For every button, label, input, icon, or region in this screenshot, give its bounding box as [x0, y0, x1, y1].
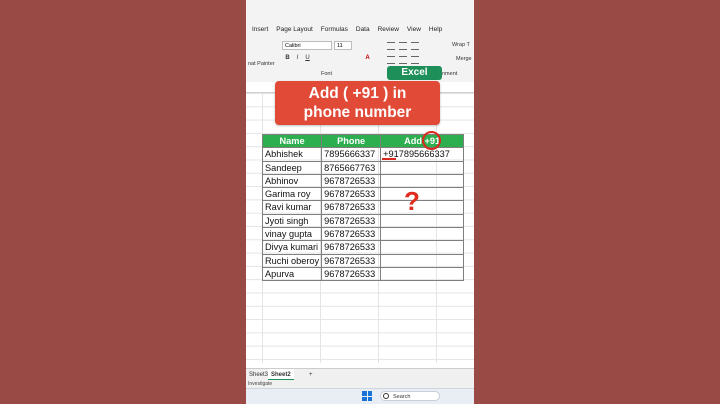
- menu-help[interactable]: Help: [429, 26, 442, 33]
- phone-table: Name Phone Add +91 Abhishek 7895666337 +91…: [261, 133, 465, 282]
- italic-button[interactable]: I: [294, 54, 301, 62]
- menu-data[interactable]: Data: [356, 26, 370, 33]
- menu-bar: Insert Page Layout Formulas Data Review …: [246, 22, 474, 36]
- font-size-box[interactable]: 11: [334, 41, 352, 50]
- cell-name[interactable]: Apurva: [261, 266, 323, 282]
- banner-line-2: phone number: [303, 104, 412, 121]
- cell-phone[interactable]: 9678726533: [321, 253, 382, 268]
- cell-name[interactable]: Abhishek: [261, 147, 323, 162]
- excel-badge: Excel: [387, 66, 442, 80]
- alignment-group-label: nment: [442, 71, 458, 77]
- cell-add[interactable]: [380, 266, 465, 282]
- menu-formulas[interactable]: Formulas: [321, 26, 348, 33]
- align-top-icon[interactable]: [387, 42, 395, 50]
- phone-screen: Insert Page Layout Formulas Data Review …: [246, 0, 474, 404]
- merge-label[interactable]: Merge: [456, 56, 472, 62]
- align-left-icon[interactable]: [387, 56, 395, 64]
- cell-phone[interactable]: 7895666337: [321, 147, 382, 162]
- font-name-box[interactable]: Calibri: [282, 41, 332, 50]
- cell-phone[interactable]: 9678726533: [321, 173, 382, 189]
- highlight-circle: [422, 131, 441, 150]
- table-row: Ravi kumar 9678726533: [261, 200, 465, 215]
- menu-insert[interactable]: Insert: [252, 26, 268, 33]
- cell-add[interactable]: [380, 253, 465, 268]
- menu-view[interactable]: View: [407, 26, 421, 33]
- cell-add[interactable]: [380, 213, 465, 229]
- align-center-icon[interactable]: [399, 56, 407, 64]
- font-color-button[interactable]: A: [364, 54, 371, 62]
- header-name[interactable]: Name: [261, 133, 323, 149]
- cell-add[interactable]: [380, 227, 465, 242]
- align-bottom-icon[interactable]: [411, 42, 419, 50]
- table-row: Apurva 9678726533: [261, 266, 465, 282]
- cell-add[interactable]: [380, 160, 465, 175]
- table-row: Abhinov 9678726533: [261, 173, 465, 189]
- header-phone[interactable]: Phone: [321, 133, 382, 149]
- table-row: Divya kumari 9678726533: [261, 240, 465, 255]
- cell-name[interactable]: Sandeep: [261, 160, 323, 175]
- menu-page-layout[interactable]: Page Layout: [276, 26, 313, 33]
- banner-line-1: Add ( +91 ) in: [308, 85, 407, 102]
- question-mark: ?: [404, 186, 420, 216]
- align-right-icon[interactable]: [411, 56, 419, 64]
- cell-name[interactable]: Ruchi oberoy: [261, 253, 323, 268]
- cell-phone[interactable]: 9678726533: [321, 266, 382, 282]
- cell-phone[interactable]: 8765667763: [321, 160, 382, 175]
- bold-button[interactable]: B: [284, 54, 291, 62]
- cell-add[interactable]: [380, 173, 465, 189]
- table-row: Jyoti singh 9678726533: [261, 213, 465, 229]
- cell-phone[interactable]: 9678726533: [321, 213, 382, 229]
- cell-add[interactable]: [380, 200, 465, 215]
- highlight-underline: [382, 158, 396, 160]
- underline-button[interactable]: U: [304, 54, 311, 62]
- cell-name[interactable]: Divya kumari: [261, 240, 323, 255]
- cell-name[interactable]: Ravi kumar: [261, 200, 323, 215]
- cell-add[interactable]: [380, 240, 465, 255]
- title-banner: Add ( +91 ) in phone number: [275, 81, 440, 125]
- search-icon: [383, 393, 389, 399]
- align-middle-icon[interactable]: [399, 42, 407, 50]
- cell-phone[interactable]: 9678726533: [321, 187, 382, 202]
- cell-name[interactable]: Garima roy: [261, 187, 323, 202]
- windows-start-icon[interactable]: [362, 391, 372, 401]
- cell-name[interactable]: vinay gupta: [261, 227, 323, 242]
- table-row: Sandeep 8765667763: [261, 160, 465, 175]
- cell-name[interactable]: Jyoti singh: [261, 213, 323, 229]
- ribbon: Insert Page Layout Formulas Data Review …: [246, 0, 474, 93]
- wrap-text-label[interactable]: Wrap T: [452, 42, 470, 48]
- format-painter-label[interactable]: nat Painter: [248, 61, 275, 67]
- cell-phone[interactable]: 9678726533: [321, 227, 382, 242]
- menu-review[interactable]: Review: [378, 26, 399, 33]
- cell-phone[interactable]: 9678726533: [321, 240, 382, 255]
- taskbar-search[interactable]: Search: [380, 391, 440, 401]
- status-bar: Investigate: [246, 380, 474, 388]
- cell-phone[interactable]: 9678726533: [321, 200, 382, 215]
- table-row: Ruchi oberoy 9678726533: [261, 253, 465, 268]
- table-row: Garima roy 9678726533: [261, 187, 465, 202]
- cell-name[interactable]: Abhinov: [261, 173, 323, 189]
- table-row: vinay gupta 9678726533: [261, 227, 465, 242]
- cell-add[interactable]: [380, 187, 465, 202]
- font-group-label: Font: [321, 71, 333, 77]
